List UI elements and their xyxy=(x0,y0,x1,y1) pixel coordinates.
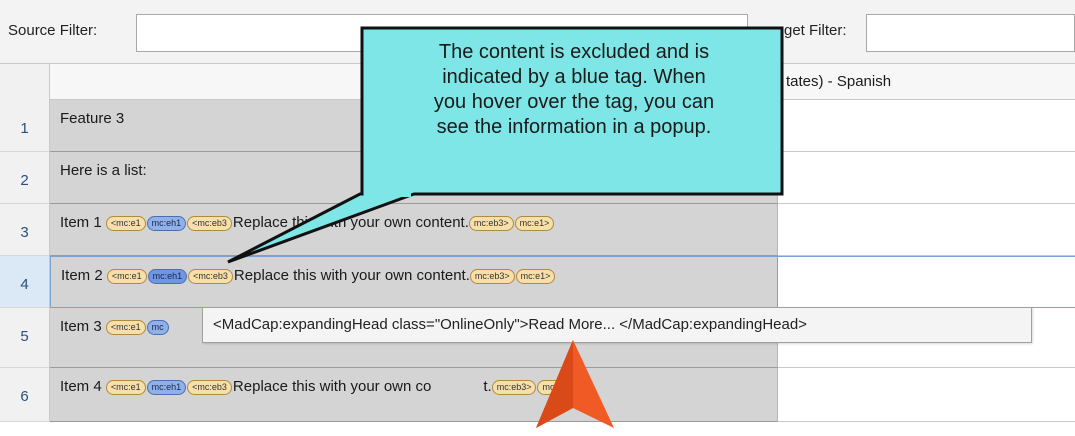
callout-text: The content is excluded and is indicated… xyxy=(368,40,780,140)
callout-line: indicated by a blue tag. When xyxy=(442,66,706,88)
pointer-arrow-icon xyxy=(536,340,614,428)
callout-line: see the information in a popup. xyxy=(436,116,712,138)
arrow-shade xyxy=(536,340,573,428)
callout-line: you hover over the tag, you can xyxy=(433,91,715,113)
callout-line: The content is excluded and is xyxy=(438,41,710,63)
callout-seam xyxy=(365,192,411,197)
